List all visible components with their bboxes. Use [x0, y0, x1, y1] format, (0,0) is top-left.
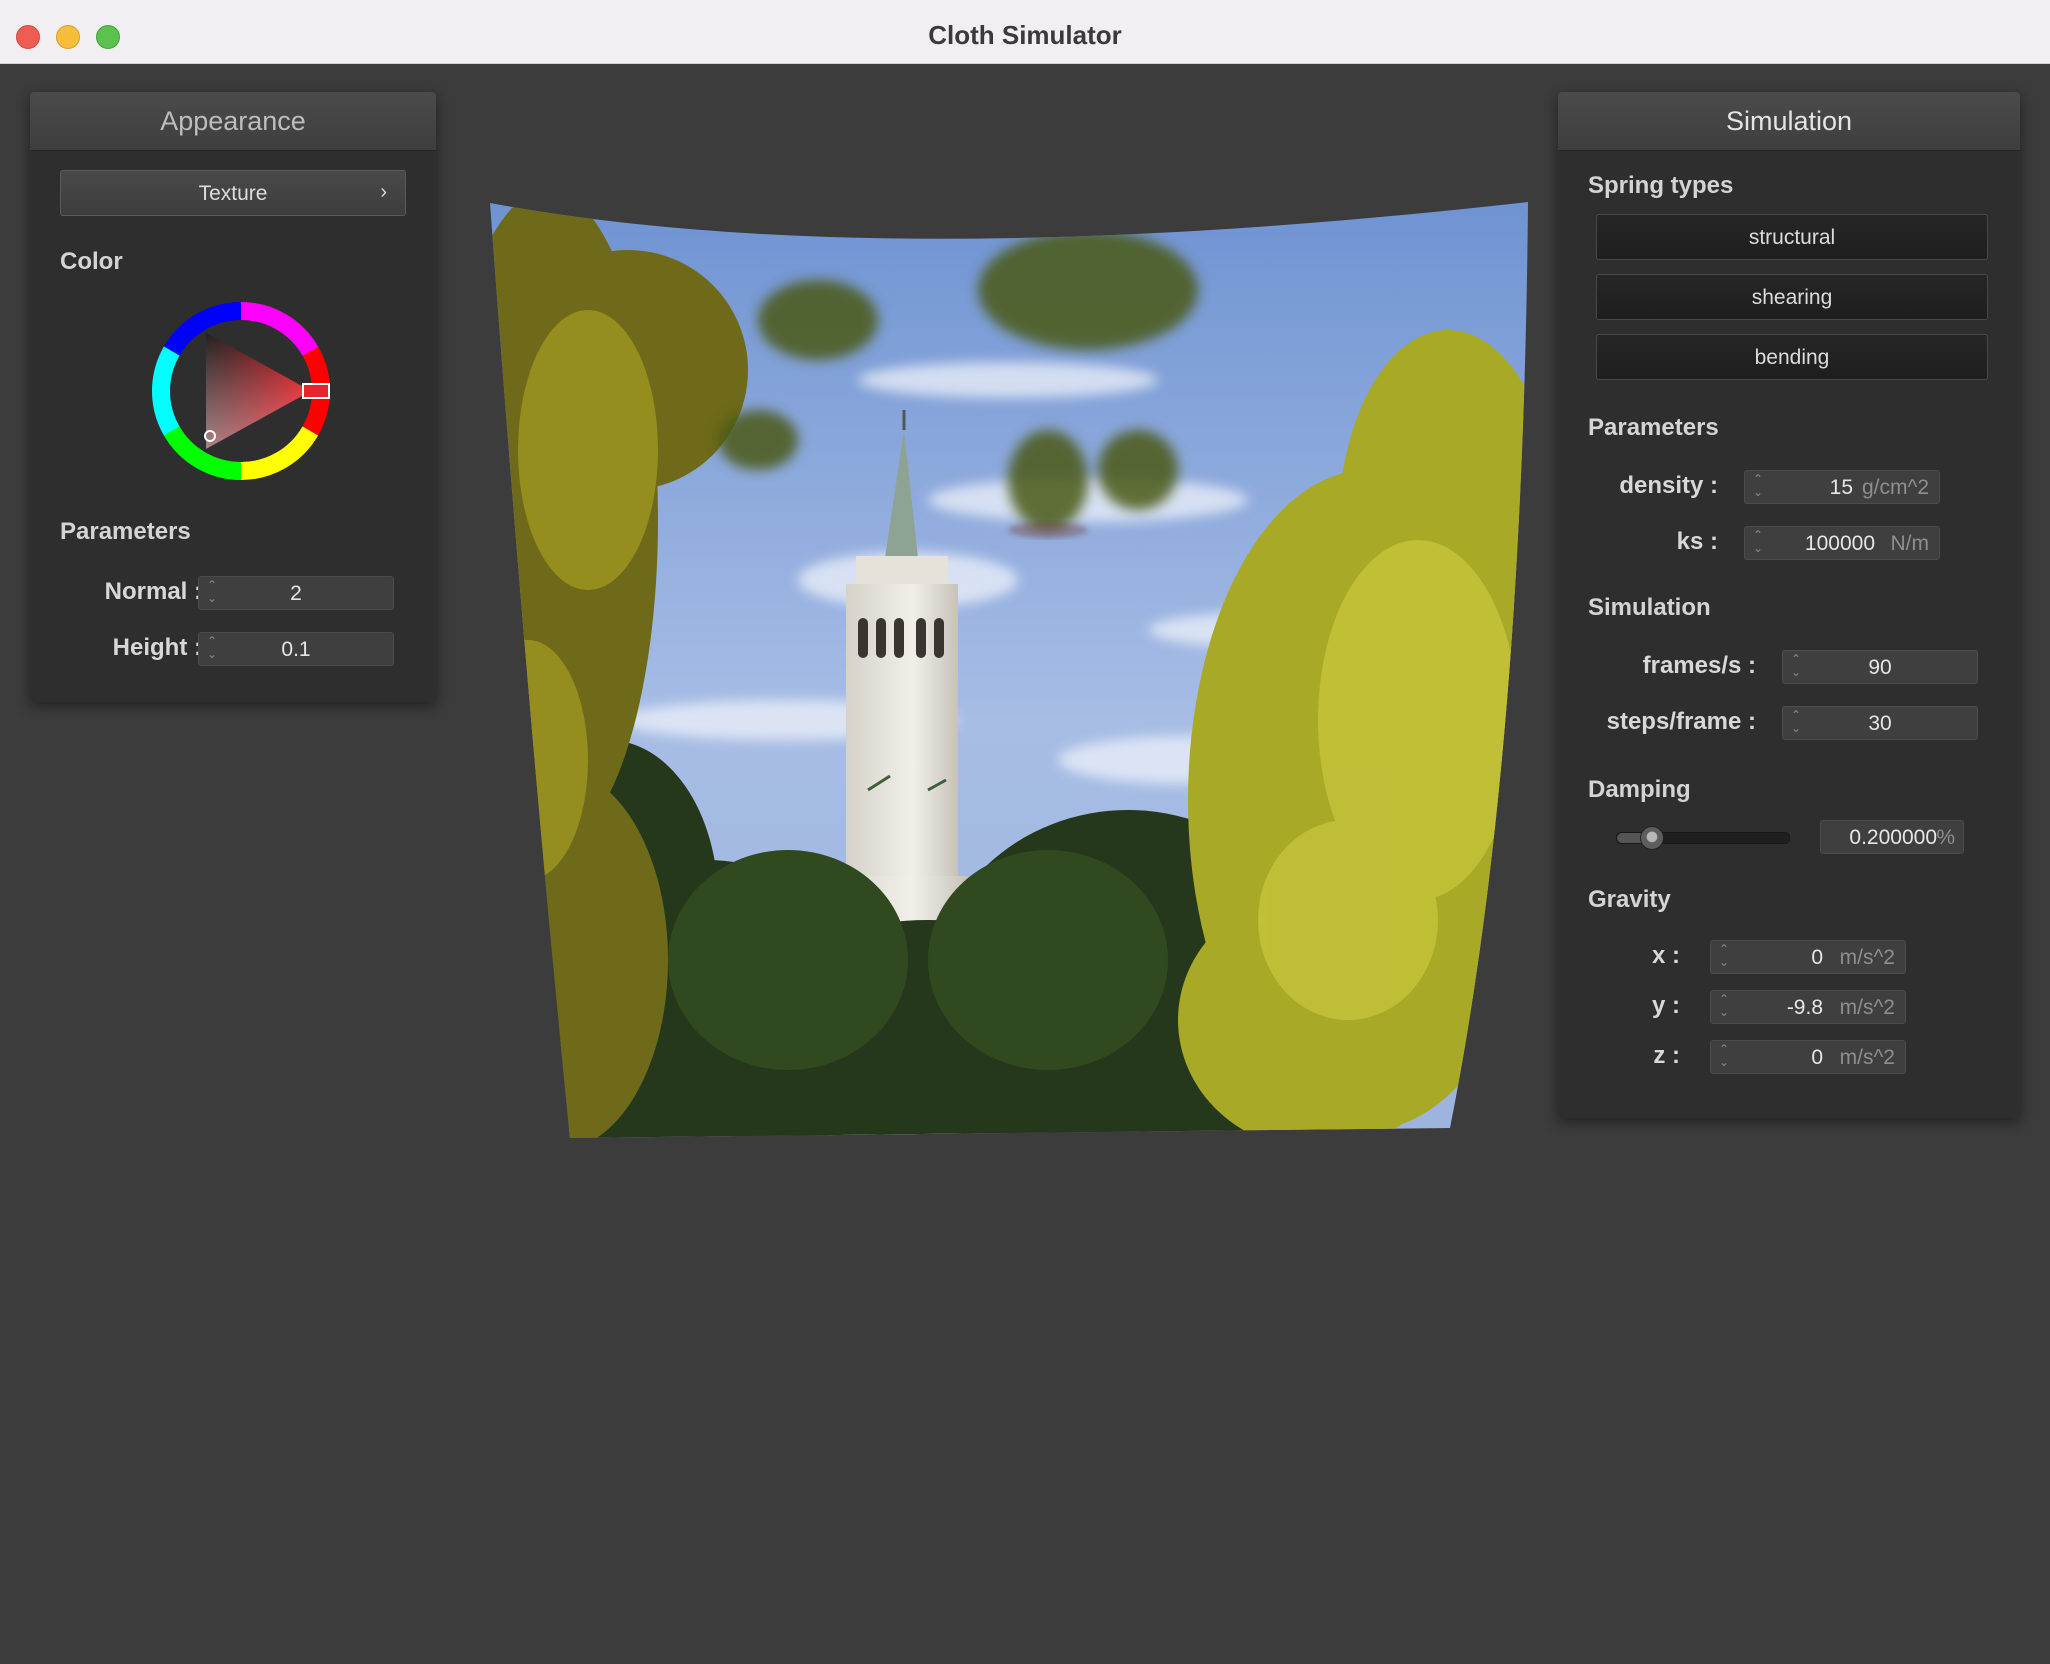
frames-value: 90 [1868, 656, 1892, 679]
updown-arrows-icon[interactable]: ⌃ ⌄ [1751, 473, 1765, 501]
structural-spring-toggle[interactable]: structural [1596, 214, 1988, 260]
simulation-section-label: Simulation [1588, 594, 1711, 621]
frames-label: frames/s : [1642, 652, 1756, 679]
gravity-x-value: 0 [1811, 946, 1823, 969]
density-unit: g/cm^2 [1861, 476, 1929, 499]
ks-input[interactable]: ⌃ ⌄ 100000 N/m [1744, 526, 1940, 560]
color-wheel[interactable] [146, 296, 336, 486]
updown-arrows-icon[interactable]: ⌃ ⌄ [1717, 943, 1731, 971]
density-label: density : [1619, 472, 1718, 499]
hue-marker[interactable] [302, 383, 330, 399]
normal-value: 2 [290, 582, 302, 605]
ks-value: 100000 [1804, 532, 1875, 555]
simulation-header: Simulation [1558, 92, 2020, 151]
updown-arrows-icon[interactable]: ⌃ ⌄ [1717, 993, 1731, 1021]
texture-button[interactable]: Texture › [60, 170, 406, 216]
density-input[interactable]: ⌃ ⌄ 15 g/cm^2 [1744, 470, 1940, 504]
updown-arrows-icon[interactable]: ⌃ ⌄ [1751, 529, 1765, 557]
normal-input[interactable]: ⌃ ⌄ 2 [198, 576, 394, 610]
appearance-header: Appearance [30, 92, 436, 151]
gravity-z-label: z : [1653, 1042, 1680, 1069]
ks-label: ks : [1676, 528, 1718, 555]
sim-parameters-label: Parameters [1588, 414, 1719, 441]
gravity-x-input[interactable]: ⌃ ⌄ 0 m/s^2 [1710, 940, 1906, 974]
gravity-y-input[interactable]: ⌃ ⌄ -9.8 m/s^2 [1710, 990, 1906, 1024]
appearance-parameters-label: Parameters [60, 518, 191, 545]
window-titlebar: Cloth Simulator [0, 0, 2050, 64]
density-value: 15 [1829, 476, 1853, 499]
cloth-render[interactable] [488, 200, 1538, 1150]
frames-input[interactable]: ⌃ ⌄ 90 [1782, 650, 1978, 684]
texture-button-label: Texture [198, 182, 268, 205]
damping-value: 0.200000 [1849, 826, 1937, 849]
height-input[interactable]: ⌃ ⌄ 0.1 [198, 632, 394, 666]
spring-types-label: Spring types [1588, 172, 1734, 199]
updown-arrows-icon[interactable]: ⌃ ⌄ [1717, 1043, 1731, 1071]
bending-spring-toggle[interactable]: bending [1596, 334, 1988, 380]
normal-label: Normal : [104, 578, 202, 605]
shearing-spring-toggle[interactable]: shearing [1596, 274, 1988, 320]
damping-unit: % [1936, 826, 1955, 849]
gravity-y-unit: m/s^2 [1839, 996, 1895, 1019]
steps-value: 30 [1868, 712, 1892, 735]
damping-slider-handle[interactable] [1640, 826, 1665, 850]
damping-label: Damping [1588, 776, 1691, 803]
gravity-z-input[interactable]: ⌃ ⌄ 0 m/s^2 [1710, 1040, 1906, 1074]
steps-input[interactable]: ⌃ ⌄ 30 [1782, 706, 1978, 740]
gravity-y-value: -9.8 [1786, 996, 1823, 1019]
gravity-label: Gravity [1588, 886, 1671, 913]
gravity-x-unit: m/s^2 [1839, 946, 1895, 969]
window-title: Cloth Simulator [928, 20, 1122, 50]
height-value: 0.1 [281, 638, 311, 661]
gravity-z-unit: m/s^2 [1839, 1046, 1895, 1069]
gravity-x-label: x : [1651, 942, 1680, 969]
appearance-panel: Appearance Texture › Color Parameters No… [30, 92, 436, 702]
ks-unit: N/m [1890, 532, 1930, 555]
color-label: Color [60, 248, 123, 275]
gravity-y-label: y : [1651, 992, 1680, 1019]
damping-slider[interactable] [1616, 826, 1790, 850]
height-label: Height : [112, 634, 202, 661]
chevron-right-icon: › [380, 181, 387, 203]
gravity-z-value: 0 [1811, 1046, 1823, 1069]
damping-input[interactable]: 0.200000 % [1820, 820, 1964, 854]
steps-label: steps/frame : [1606, 708, 1756, 735]
simulation-panel: Simulation Spring types structural shear… [1558, 92, 2020, 1118]
